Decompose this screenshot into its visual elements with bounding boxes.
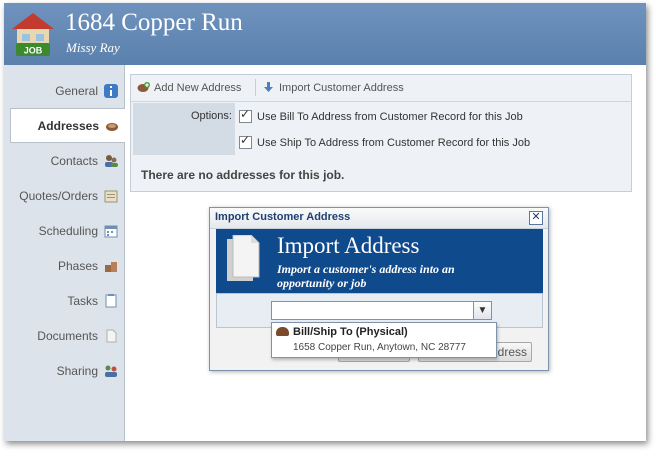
svg-text:JOB: JOB [24,46,43,56]
dialog-titlebar: Import Customer Address ✕ [210,208,548,229]
sidebar-item-label: Documents [37,328,98,343]
customer-address-select[interactable]: ▼ [271,301,492,320]
address-icon [106,122,118,131]
list-item[interactable]: Bill/Ship To (Physical) 1658 Copper Run,… [272,323,494,357]
sidebar-item-general[interactable]: General [4,73,124,108]
tasks-icon [105,293,117,307]
dialog-heading: Import Address [277,233,420,258]
job-header: JOB 1684 Copper Run Missy Ray [4,3,646,65]
sidebar-item-label: Quotes/Orders [19,188,98,203]
add-address-icon [137,82,150,92]
sidebar-item-label: Sharing [56,363,98,378]
sidebar-item-label: Tasks [67,293,98,308]
customer-name: Missy Ray [66,40,120,55]
info-icon [104,83,118,98]
sidebar-item-addresses[interactable]: Addresses [10,108,125,143]
address-text: 1658 Copper Run, Anytown, NC 28777 [293,342,466,353]
document-icon [106,329,117,342]
sidebar-item-label: Phases [57,258,98,273]
ship-to-checkbox[interactable] [239,133,252,149]
dialog-banner: Import Address Import a customer's addre… [216,229,543,293]
sidebar-item-label: Addresses [37,118,99,133]
ship-to-option[interactable]: Use Ship To Address from Customer Record… [239,133,531,149]
sidebar-item-label: Contacts [50,153,98,168]
toolbar-divider [255,79,256,96]
calendar-icon [104,225,118,237]
addresses-panel: Add New Address Import Customer Address … [130,74,632,192]
sidebar-item-scheduling[interactable]: Scheduling [4,213,124,248]
chevron-down-icon[interactable]: ▼ [473,302,491,319]
address-icon [276,327,289,336]
import-arrow-icon [264,82,273,92]
address-type: Bill/Ship To (Physical) [293,326,408,338]
bill-to-checkbox[interactable] [239,107,252,123]
addresses-toolbar: Add New Address Import Customer Address [131,75,631,102]
sidebar-item-quotes-orders[interactable]: Quotes/Orders [4,178,124,213]
import-address-button[interactable]: Import Customer Address [262,81,404,94]
empty-addresses-message: There are no addresses for this job. [141,168,345,182]
sidebar-item-sharing[interactable]: Sharing [4,353,124,388]
dialog-subheading: Import a customer's address into an oppo… [277,262,455,290]
close-icon[interactable]: ✕ [529,211,543,225]
add-address-label: Add New Address [154,81,242,94]
quotes-icon [104,190,118,202]
options-label: Options: [191,110,232,122]
job-house-icon: JOB [12,13,54,56]
contacts-icon [105,154,118,167]
sidebar-item-documents[interactable]: Documents [4,318,124,353]
sidebar-item-contacts[interactable]: Contacts [4,143,124,178]
bill-to-label: Use Bill To Address from Customer Record… [257,110,523,123]
documents-icon [227,235,260,281]
add-address-button[interactable]: Add New Address [137,81,241,94]
ship-to-label: Use Ship To Address from Customer Record… [257,136,531,149]
sidebar-item-phases[interactable]: Phases [4,248,124,283]
phases-icon [105,261,117,272]
sidebar: General Addresses Contacts Quotes/Orders… [4,65,125,441]
bill-to-option[interactable]: Use Bill To Address from Customer Record… [239,107,523,123]
page-title: 1684 Copper Run [65,9,243,36]
sidebar-item-tasks[interactable]: Tasks [4,283,124,318]
sidebar-item-label: Scheduling [38,223,98,238]
import-address-label: Import Customer Address [279,81,404,94]
sharing-icon [105,365,117,377]
dialog-title: Import Customer Address [215,211,351,223]
sidebar-item-label: General [55,83,98,98]
address-dropdown-list: Bill/Ship To (Physical) 1658 Copper Run,… [271,322,497,358]
